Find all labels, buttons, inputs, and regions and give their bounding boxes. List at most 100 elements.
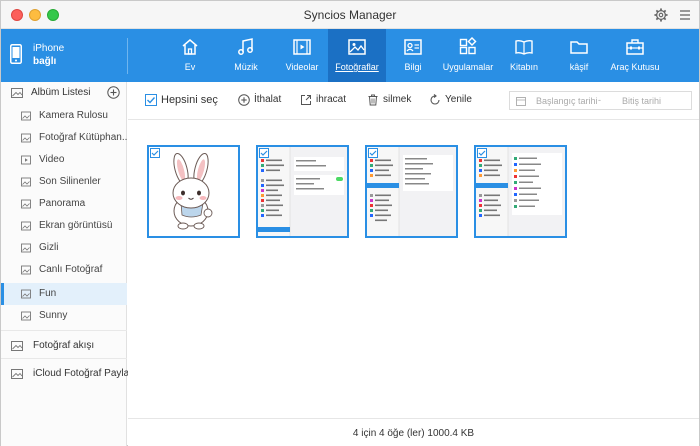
nav-music[interactable]: Müzik: [218, 29, 274, 82]
status-bar: 4 için 4 öğe (ler) 1000.4 KB: [128, 418, 699, 446]
sidebar-item-icloud-sharing[interactable]: iCloud Fotoğraf Payla...: [1, 362, 138, 386]
album-list-header[interactable]: Albüm Listesi: [1, 82, 127, 104]
contact-card-icon: [404, 39, 422, 55]
nav-explorer[interactable]: kâşif: [551, 29, 607, 82]
export-button[interactable]: ihracat: [300, 94, 356, 108]
sidebar-item-screenshots[interactable]: Ekran görüntüsü: [1, 215, 127, 237]
nav-books[interactable]: Kitabın: [496, 29, 552, 82]
checkbox-checked-icon[interactable]: [368, 148, 378, 158]
sidebar-item-label: Sunny: [39, 310, 68, 321]
book-icon: [515, 39, 533, 55]
video-icon: [21, 155, 31, 165]
photo-thumbnail[interactable]: [147, 145, 240, 238]
checkbox-checked-icon[interactable]: [259, 148, 269, 158]
music-icon: [238, 38, 253, 55]
toolbox-icon: [626, 39, 644, 55]
nav-apps[interactable]: Uygulamalar: [440, 29, 496, 82]
device-panel[interactable]: iPhone bağlı: [1, 29, 127, 82]
settings-gear-icon[interactable]: [654, 8, 668, 22]
refresh-label: Yenile: [445, 94, 472, 105]
photo-icon: [348, 39, 366, 55]
nav-home[interactable]: Ev: [162, 29, 218, 82]
sidebar-divider: [1, 358, 127, 359]
app-window: Syncios Manager iPhone bağlı Ev Müzik Vi…: [0, 0, 700, 446]
sidebar-item-video[interactable]: Video: [1, 149, 127, 171]
sidebar-item-recently-deleted[interactable]: Son Silinenler: [1, 171, 127, 193]
sidebar-item-photo-library[interactable]: Fotoğraf Kütüphan...: [1, 127, 131, 149]
date-range-filter[interactable]: Başlangıç tarihi - Bitiş tarihi: [509, 91, 692, 110]
header-divider: [127, 38, 128, 74]
sidebar-item-label: Ekran görüntüsü: [39, 220, 113, 231]
checkbox-checked-icon[interactable]: [477, 148, 487, 158]
nav-photos[interactable]: Fotoğraflar: [328, 29, 386, 82]
nav-videos[interactable]: Videolar: [274, 29, 330, 82]
sidebar-item-fun[interactable]: Fun: [1, 283, 127, 305]
add-album-icon[interactable]: [107, 86, 120, 99]
start-date-input[interactable]: Başlangıç tarihi: [536, 96, 598, 106]
video-icon: [293, 39, 311, 55]
delete-button[interactable]: silmek: [367, 94, 417, 108]
settings-screenshot-image: [476, 147, 565, 236]
sidebar-item-panorama[interactable]: Panorama: [1, 193, 127, 215]
main-header: iPhone bağlı Ev Müzik Videolar Fotoğrafl…: [1, 29, 699, 82]
album-icon: [21, 199, 31, 209]
sidebar-item-label: Fotoğraf Kütüphan...: [39, 132, 131, 143]
refresh-icon: [430, 94, 440, 105]
album-icon: [21, 177, 31, 187]
delete-label: silmek: [383, 94, 412, 105]
title-bar: Syncios Manager: [1, 1, 699, 29]
album-list-title: Albüm Listesi: [31, 87, 91, 98]
home-icon: [182, 39, 198, 55]
photo-thumbnail[interactable]: [474, 145, 567, 238]
sidebar-item-camera-roll[interactable]: Kamera Rulosu: [1, 105, 127, 127]
device-status: bağlı: [33, 56, 57, 67]
refresh-button[interactable]: Yenile: [429, 94, 479, 108]
device-name: iPhone: [33, 43, 65, 54]
sidebar-item-label: Fotoğraf akışı: [33, 340, 95, 351]
album-icon: [11, 369, 23, 379]
settings-screenshot-image: [367, 147, 456, 236]
album-icon: [21, 289, 31, 299]
album-icon: [11, 88, 23, 98]
sidebar-item-photo-stream[interactable]: Fotoğraf akışı: [1, 334, 127, 358]
apps-icon: [459, 37, 477, 55]
select-all-label: Hepsini seç: [161, 94, 218, 106]
sidebar-item-label: Kamera Rulosu: [39, 110, 108, 121]
import-button[interactable]: İthalat: [238, 94, 288, 108]
sidebar-item-live-photo[interactable]: Canlı Fotoğraf: [1, 259, 127, 281]
trash-icon: [368, 94, 378, 106]
photo-thumbnail[interactable]: [365, 145, 458, 238]
album-icon: [21, 111, 31, 121]
album-sidebar: Albüm Listesi Kamera Rulosu Fotoğraf Küt…: [1, 82, 138, 446]
bunny-sticker-image: [149, 147, 238, 236]
select-all-checkbox[interactable]: Hepsini seç: [145, 94, 235, 108]
calendar-icon: [516, 97, 526, 106]
nav-info[interactable]: Bilgi: [385, 29, 441, 82]
end-date-input[interactable]: Bitiş tarihi: [622, 96, 661, 106]
photo-toolbar: Hepsini seç İthalat ihracat silmek Yenil…: [128, 82, 699, 120]
album-icon: [21, 265, 31, 275]
photo-grid: [128, 121, 699, 418]
album-icon: [21, 311, 31, 321]
sidebar-item-sunny[interactable]: Sunny: [1, 305, 127, 327]
sidebar-divider: [1, 330, 127, 331]
window-title: Syncios Manager: [303, 8, 397, 22]
nav-label: Araç Kutusu: [610, 62, 660, 72]
selection-summary: 4 için 4 öğe (ler) 1000.4 KB: [352, 428, 475, 439]
photo-thumbnail[interactable]: [256, 145, 349, 238]
folder-icon: [570, 41, 588, 54]
sidebar-item-label: Gizli: [39, 242, 59, 253]
settings-screenshot-image: [258, 147, 347, 236]
checkbox-checked-icon: [145, 94, 157, 106]
sidebar-item-label: Video: [39, 154, 65, 165]
menu-icon[interactable]: [679, 9, 691, 21]
sidebar-item-label: Fun: [39, 288, 57, 299]
nav-toolbox[interactable]: Araç Kutusu: [607, 29, 663, 82]
export-label: ihracat: [316, 94, 347, 105]
sidebar-item-label: Canlı Fotoğraf: [39, 264, 103, 275]
album-icon: [21, 221, 31, 231]
sidebar-item-hidden[interactable]: Gizli: [1, 237, 127, 259]
sidebar-item-label: Son Silinenler: [39, 176, 101, 187]
checkbox-checked-icon[interactable]: [150, 148, 160, 158]
sidebar-item-label: Panorama: [39, 198, 86, 209]
